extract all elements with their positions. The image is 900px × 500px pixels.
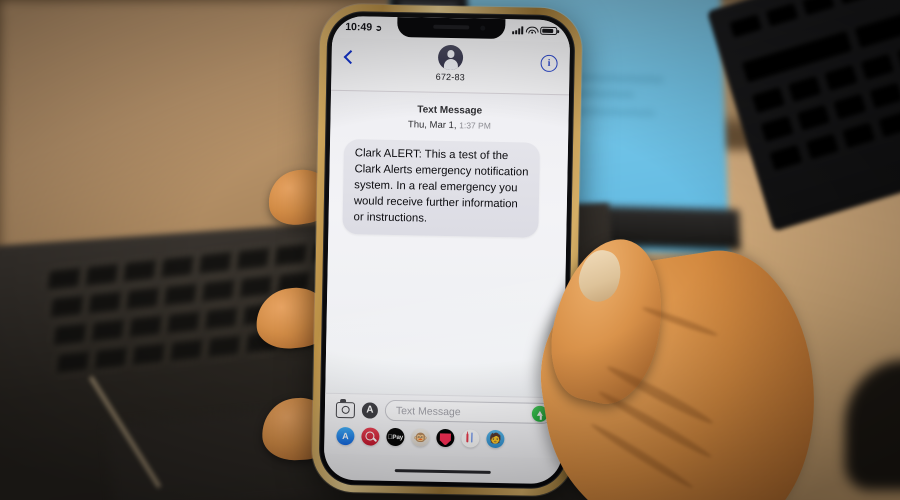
hand-right-palm	[0, 0, 900, 500]
photo-scene: 10:49 ➲ 672-83 i Text Message Thu, Mar 1…	[0, 0, 900, 500]
